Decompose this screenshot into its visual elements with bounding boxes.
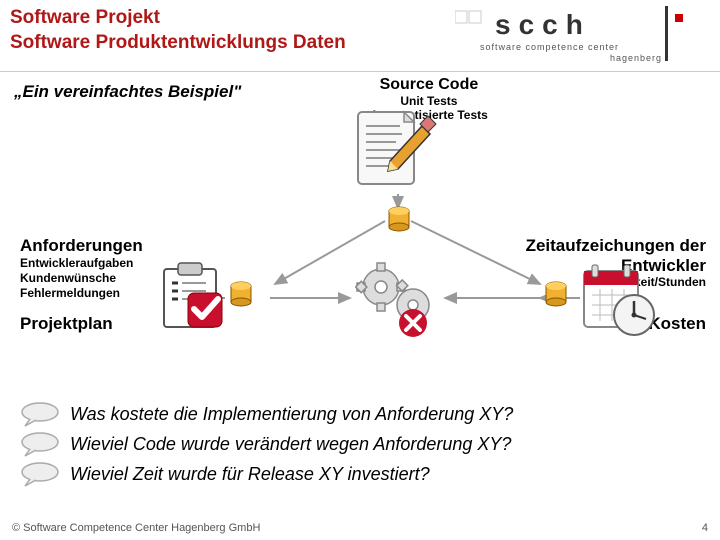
project-plan-label: Projektplan xyxy=(20,314,113,334)
source-title: Source Code xyxy=(370,76,488,94)
speech-bubble-icon xyxy=(20,401,62,427)
title-line-1: Software Projekt xyxy=(10,7,160,28)
speech-bubble-icon xyxy=(20,431,62,457)
requirements-title: Anforderungen xyxy=(20,236,143,256)
page-number: 4 xyxy=(702,522,708,534)
copyright-text: © Software Competence Center Hagenberg G… xyxy=(12,522,260,534)
diagram-area: Source Code Unit Tests Automatisierte Te… xyxy=(0,106,720,391)
question-row: Was kostete die Implementierung von Anfo… xyxy=(0,399,720,429)
subtitle: „Ein vereinfachtes Beispiel" xyxy=(0,72,720,106)
calendar-clock-icon xyxy=(580,261,660,346)
speech-bubble-icon xyxy=(20,461,62,487)
question-row: Wieviel Zeit wurde für Release XY invest… xyxy=(0,459,720,489)
time-title-1: Zeitaufzeichungen der xyxy=(526,236,706,255)
questions-block: Was kostete die Implementierung von Anfo… xyxy=(0,391,720,489)
slide-header: Software Projekt Software Produktentwick… xyxy=(0,0,720,72)
title-block: Software Projekt Software Produktentwick… xyxy=(0,0,440,71)
logo-block: scch software competence center hagenber… xyxy=(440,0,720,71)
database-icon-left xyxy=(230,281,252,312)
requirements-line3: Fehlermeldungen xyxy=(20,286,143,301)
question-row: Wieviel Code wurde verändert wegen Anfor… xyxy=(0,429,720,459)
question-text: Was kostete die Implementierung von Anfo… xyxy=(70,404,513,425)
requirements-line2: Kundenwünsche xyxy=(20,271,143,286)
svg-text:software competence center: software competence center xyxy=(480,42,619,52)
svg-text:scch: scch xyxy=(495,9,591,40)
gears-error-icon xyxy=(355,261,445,346)
scch-logo: scch software competence center hagenber… xyxy=(455,6,705,66)
question-text: Wieviel Code wurde verändert wegen Anfor… xyxy=(70,434,511,455)
question-text: Wieviel Zeit wurde für Release XY invest… xyxy=(70,464,430,485)
requirements-line1: Entwickleraufgaben xyxy=(20,256,143,271)
checklist-icon xyxy=(160,261,232,338)
database-icon-top xyxy=(388,206,410,237)
svg-text:hagenberg: hagenberg xyxy=(610,53,662,63)
requirements-block: Anforderungen Entwickleraufgaben Kundenw… xyxy=(20,236,143,301)
slide-footer: © Software Competence Center Hagenberg G… xyxy=(12,522,708,534)
title-line-2: Software Produktentwicklungs Daten xyxy=(10,32,346,53)
